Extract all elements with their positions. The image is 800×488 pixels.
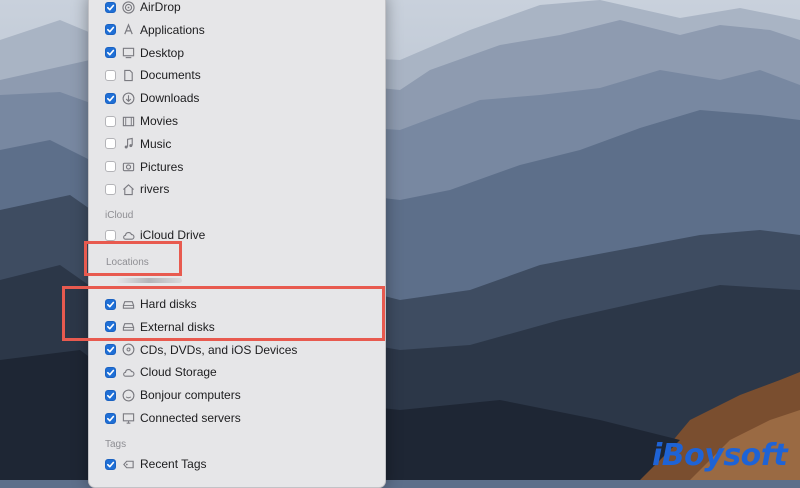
cloud-icon xyxy=(121,365,135,379)
watermark-logo: iBoysoft xyxy=(652,438,788,473)
applications-icon xyxy=(121,23,135,37)
checkbox[interactable] xyxy=(105,138,116,150)
checkbox[interactable] xyxy=(105,47,116,59)
checkbox[interactable] xyxy=(105,69,116,81)
cloud-icon xyxy=(121,228,135,242)
film-icon xyxy=(121,114,135,128)
sidebar-item-label: Downloads xyxy=(140,91,200,106)
highlight-disks xyxy=(62,286,385,341)
sidebar-item-movies[interactable]: Movies xyxy=(105,111,178,131)
sidebar-item-label: Desktop xyxy=(140,45,185,60)
server-icon xyxy=(121,411,135,425)
checkbox[interactable] xyxy=(105,229,116,241)
sidebar-item-airdrop[interactable]: AirDrop xyxy=(105,0,181,17)
sidebar-item-label: iCloud Drive xyxy=(140,228,206,242)
home-icon xyxy=(121,182,135,196)
sidebar-item-connected-servers[interactable]: Connected servers xyxy=(105,408,241,428)
section-title-icloud: iCloud xyxy=(105,210,134,221)
tag-icon xyxy=(121,457,135,471)
airdrop-icon xyxy=(121,0,135,14)
sidebar-item-label: Bonjour computers xyxy=(140,388,241,403)
checkbox[interactable] xyxy=(105,161,116,173)
sidebar-item-downloads[interactable]: Downloads xyxy=(105,88,199,108)
download-icon xyxy=(121,91,135,105)
checkbox[interactable] xyxy=(105,344,116,356)
camera-icon xyxy=(121,160,135,174)
checkbox[interactable] xyxy=(105,1,116,13)
document-icon xyxy=(121,68,135,82)
sidebar-item-label: Applications xyxy=(140,22,205,37)
highlight-locations xyxy=(84,241,182,276)
checkbox[interactable] xyxy=(105,183,116,195)
sidebar-item-cds-dvds-and-ios-devices[interactable]: CDs, DVDs, and iOS Devices xyxy=(105,340,297,360)
checkbox[interactable] xyxy=(105,115,116,127)
desktop-icon xyxy=(121,46,135,60)
checkbox[interactable] xyxy=(105,366,116,378)
sidebar-item-label: Connected servers xyxy=(140,411,241,425)
music-note-icon xyxy=(121,137,135,151)
bonjour-icon xyxy=(121,388,135,402)
checkbox[interactable] xyxy=(105,458,116,470)
sidebar-item-label: CDs, DVDs, and iOS Devices xyxy=(140,342,298,357)
divider xyxy=(116,278,182,283)
sidebar-item-desktop[interactable]: Desktop xyxy=(105,43,184,63)
sidebar-item-recent-tags[interactable]: Recent Tags xyxy=(105,454,207,474)
sidebar-item-label: Pictures xyxy=(140,159,184,174)
checkbox[interactable] xyxy=(105,412,116,424)
optical-disc-icon xyxy=(121,343,135,357)
sidebar-item-pictures[interactable]: Pictures xyxy=(105,157,183,177)
sidebar-item-label: Cloud Storage xyxy=(140,365,217,380)
sidebar-item-music[interactable]: Music xyxy=(105,134,171,154)
checkbox[interactable] xyxy=(105,24,116,36)
sidebar-item-rivers[interactable]: rivers xyxy=(105,179,169,199)
checkbox[interactable] xyxy=(105,389,116,401)
sidebar-item-documents[interactable]: Documents xyxy=(105,65,201,85)
sidebar-item-label: Recent Tags xyxy=(140,457,207,471)
sidebar-item-label: rivers xyxy=(140,182,170,197)
checkbox[interactable] xyxy=(105,92,116,104)
sidebar-item-label: AirDrop xyxy=(140,0,181,14)
sidebar-item-label: Documents xyxy=(140,68,201,83)
sidebar-item-label: Music xyxy=(140,136,172,151)
sidebar-item-cloud-storage[interactable]: Cloud Storage xyxy=(105,362,217,382)
sidebar-item-applications[interactable]: Applications xyxy=(105,20,205,40)
sidebar-item-label: Movies xyxy=(140,114,179,128)
sidebar-item-bonjour-computers[interactable]: Bonjour computers xyxy=(105,385,241,405)
section-title-tags: Tags xyxy=(105,439,127,450)
